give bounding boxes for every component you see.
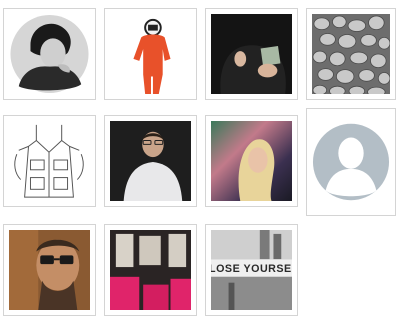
- avatar-tile-6[interactable]: [104, 115, 197, 207]
- avatar-tile-3[interactable]: [205, 8, 298, 100]
- avatar-photo-astronaut: [110, 14, 191, 94]
- avatar-photo-man-white-shirt: [110, 121, 191, 201]
- avatar-tile-10[interactable]: [104, 224, 197, 316]
- avatar-photo-man-glasses: [9, 230, 90, 310]
- avatar-photo-pebbles: [312, 14, 390, 94]
- avatar-tile-9[interactable]: [3, 224, 96, 316]
- avatar-tile-8[interactable]: [306, 108, 396, 216]
- avatar-photo-street-sign: LOSE YOURSELF: [211, 230, 292, 310]
- avatar-photo-jacket-drawing: [9, 121, 90, 201]
- default-avatar-icon: [312, 114, 390, 210]
- avatar-photo-hands-box: [211, 14, 292, 94]
- avatar-tile-2[interactable]: [104, 8, 197, 100]
- avatar-tile-5[interactable]: [3, 115, 96, 207]
- avatar-tile-11[interactable]: LOSE YOURSELF: [205, 224, 298, 316]
- avatar-photo-blonde-woman: [211, 121, 292, 201]
- avatar-photo-woman-portrait: [9, 14, 90, 94]
- avatar-tile-7[interactable]: [205, 115, 298, 207]
- avatar-photo-pink-interior: [110, 230, 191, 310]
- avatar-gallery: LOSE YOURSELF: [0, 0, 396, 316]
- avatar-tile-1[interactable]: [3, 8, 96, 100]
- avatar-tile-4[interactable]: [306, 8, 396, 100]
- street-sign-text: LOSE YOURSELF: [211, 263, 292, 275]
